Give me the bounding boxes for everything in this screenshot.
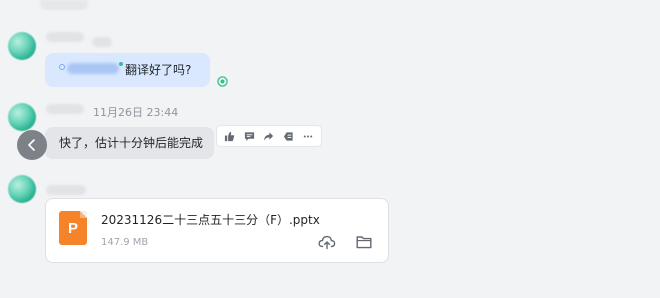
file-name: 20231126二十三点五十三分（F）.pptx: [101, 213, 320, 227]
folder-icon: [356, 236, 372, 249]
cloud-upload-icon: [318, 235, 336, 250]
back-button[interactable]: [17, 130, 47, 160]
thumbs-up-button[interactable]: [222, 128, 238, 144]
file-attachment-card[interactable]: P 20231126二十三点五十三分（F）.pptx 147.9 MB: [45, 198, 389, 263]
pptx-file-icon: P: [59, 211, 87, 245]
thumbs-up-icon: [225, 131, 235, 141]
mention-icon: [59, 64, 65, 70]
online-status-icon: [119, 62, 123, 66]
comment-icon: [244, 131, 254, 141]
quote-reply-button[interactable]: [281, 128, 297, 144]
avatar[interactable]: [8, 103, 36, 131]
previous-message-fragment: [40, 0, 88, 10]
avatar[interactable]: [8, 32, 36, 60]
sender-name-redacted: [46, 185, 86, 195]
more-icon: [303, 134, 313, 138]
message-timestamp: 11月26日 23:44: [93, 106, 179, 119]
share-button[interactable]: [261, 128, 277, 144]
chat-window: 翻译好了吗? 11月26日 23:44 快了，估计十分钟后能完成 P 20231…: [0, 0, 660, 298]
read-receipt-icon: [217, 76, 228, 87]
comment-button[interactable]: [241, 128, 257, 144]
message-text: 翻译好了吗?: [125, 63, 192, 77]
quote-reply-icon: [283, 131, 293, 141]
share-icon: [264, 131, 274, 141]
message-action-bar: [216, 125, 322, 147]
sender-name-redacted: [46, 32, 84, 42]
mention-redacted[interactable]: [67, 63, 119, 74]
file-type-letter: P: [67, 219, 78, 237]
open-folder-button[interactable]: [354, 232, 374, 252]
message-text: 快了，估计十分钟后能完成: [59, 136, 204, 150]
file-size: 147.9 MB: [101, 237, 149, 248]
sender-name-redacted: [92, 37, 112, 47]
sender-name-redacted: [46, 104, 84, 114]
more-button[interactable]: [300, 128, 316, 144]
avatar[interactable]: [8, 175, 36, 203]
chevron-left-icon: [28, 139, 35, 151]
cloud-save-button[interactable]: [317, 232, 337, 252]
